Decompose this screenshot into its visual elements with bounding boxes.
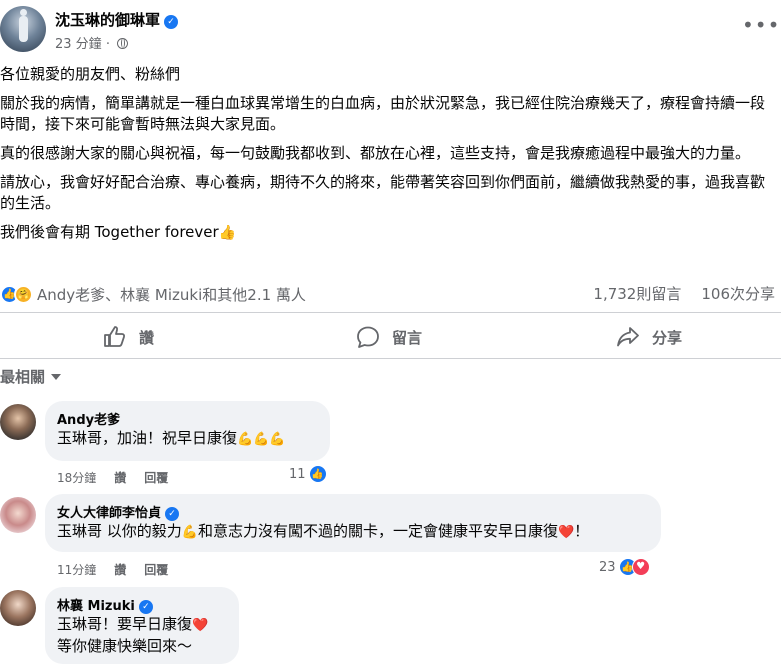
reaction-count: 23 — [599, 559, 616, 575]
comment-reaction-count[interactable]: 23 👍 ♥ — [599, 558, 650, 576]
post-paragraph: 真的很感謝大家的關心與祝福，每一句鼓勵我都收到、都放在心裡，這些支持，會是我療癒… — [0, 144, 751, 162]
like-icon — [103, 326, 127, 348]
comment-reaction-count[interactable]: 11 👍 — [289, 465, 327, 483]
comment-button[interactable]: 留言 — [356, 322, 422, 352]
engagement-counts: 1,732則留言 106次分享 — [593, 283, 775, 304]
comment-label: 留言 — [392, 328, 423, 347]
comment-reply-button[interactable]: 回覆 — [144, 563, 168, 577]
post-paragraph: 各位親愛的朋友們、粉絲們 — [0, 65, 181, 83]
meta-separator: · — [105, 37, 110, 52]
thumbs-up-emoji: 👍 — [218, 225, 237, 241]
care-reaction-icon: 🤗 — [14, 284, 33, 304]
reaction-summary[interactable]: 👍 🤗 Andy老爹、林襄 Mizuki和其他2.1 萬人 — [0, 283, 306, 305]
comment-text-content: 玉琳哥，加油！祝早日康復 — [57, 429, 238, 447]
commenter-name-text[interactable]: 女人大律師李怡貞 — [57, 506, 161, 521]
divider — [0, 358, 781, 359]
post-closing: 我們後會有期 Together forever👍 — [0, 222, 779, 244]
comment-bubble: Andy老爹 玉琳哥，加油！祝早日康復💪💪💪 — [45, 401, 330, 461]
comment-time[interactable]: 18分鐘 — [57, 471, 96, 485]
comment-text: 玉琳哥，加油！祝早日康復💪💪💪 — [57, 428, 318, 450]
post-paragraph: 關於我的病情，簡單講就是一種白血球異常增生的白血病，由於狀況緊急，我已經住院治療… — [0, 94, 766, 133]
post-time[interactable]: 23 分鐘 — [55, 37, 102, 52]
commenter-avatar[interactable] — [0, 590, 36, 626]
comment-text-part: 玉琳哥！要早日康復 — [57, 615, 193, 633]
post-closing-text: 我們後會有期 Together forever — [0, 223, 219, 241]
like-label: 讚 — [139, 328, 155, 347]
verified-badge-icon: ✓ — [165, 507, 180, 521]
comment-icon — [356, 326, 380, 348]
page-avatar[interactable] — [0, 6, 46, 52]
comment-reply-button[interactable]: 回覆 — [144, 471, 168, 485]
comment-sort-dropdown[interactable]: 最相關 — [0, 366, 62, 387]
comment-text-line: 玉琳哥！要早日康復❤️ — [57, 614, 227, 636]
commenter-name-text[interactable]: 林襄 Mizuki — [57, 599, 135, 614]
love-reaction-icon: ♥ — [631, 558, 650, 576]
share-icon — [616, 326, 640, 348]
page-name[interactable]: 沈玉琳的御琳軍 ✓ — [55, 9, 179, 30]
comment-text-line: 等你健康快樂回來～ — [57, 637, 193, 655]
verified-badge-icon: ✓ — [138, 600, 153, 614]
reactors-text[interactable]: Andy老爹、林襄 Mizuki和其他2.1 萬人 — [37, 284, 306, 305]
comment-text-part: ！ — [574, 522, 590, 540]
verified-badge-icon: ✓ — [164, 15, 179, 29]
like-button[interactable]: 讚 — [103, 322, 154, 352]
commenter-name[interactable]: 女人大律師李怡貞 ✓ — [57, 502, 649, 521]
share-button[interactable]: 分享 — [616, 322, 682, 352]
post-text: 各位親愛的朋友們、粉絲們 關於我的病情，簡單講就是一種白血球異常增生的白血病，由… — [0, 64, 779, 252]
comment-bubble: 女人大律師李怡貞 ✓ 玉琳哥 以你的毅力💪和意志力沒有闖不過的關卡，一定會健康平安… — [45, 494, 661, 552]
comment-like-button[interactable]: 讚 — [114, 471, 126, 485]
comment-actions: 18分鐘 讚 回覆 — [57, 469, 186, 486]
commenter-name[interactable]: 林襄 Mizuki ✓ — [57, 595, 227, 614]
commenter-avatar[interactable] — [0, 497, 36, 533]
commenter-avatar[interactable] — [0, 404, 36, 440]
divider — [0, 312, 781, 313]
share-label: 分享 — [652, 328, 683, 347]
reaction-count: 11 — [289, 466, 306, 482]
comment-like-button[interactable]: 讚 — [114, 563, 126, 577]
post-meta: 23 分鐘 · — [55, 33, 129, 52]
heart-emoji: ❤️ — [557, 525, 575, 540]
comment-bubble: 林襄 Mizuki ✓ 玉琳哥！要早日康復❤️ 等你健康快樂回來～ — [45, 587, 239, 664]
sort-label: 最相關 — [0, 368, 46, 386]
flexed-biceps-emoji: 💪💪💪 — [237, 432, 286, 447]
comment-count[interactable]: 1,732則留言 — [593, 285, 681, 303]
globe-icon — [117, 38, 129, 49]
page-name-text[interactable]: 沈玉琳的御琳軍 — [55, 11, 160, 29]
comment-text-part: 玉琳哥 以你的毅力 — [57, 522, 182, 540]
comment-actions: 11分鐘 讚 回覆 — [57, 561, 186, 578]
share-count[interactable]: 106次分享 — [701, 285, 775, 303]
post-paragraph: 請放心，我會好好配合治療、專心養病，期待不久的將來，能帶著笑容回到你們面前，繼續… — [0, 173, 766, 212]
comment-text: 玉琳哥 以你的毅力💪和意志力沒有闖不過的關卡，一定會健康平安早日康復❤️！ — [57, 521, 649, 543]
comment-time[interactable]: 11分鐘 — [57, 563, 96, 577]
more-options-button[interactable]: ••• — [742, 15, 780, 35]
caret-down-icon — [51, 374, 62, 380]
heart-emoji: ❤️ — [192, 618, 209, 633]
comment-text-part: 和意志力沒有闖不過的關卡，一定會健康平安早日康復 — [197, 522, 558, 540]
flexed-biceps-emoji: 💪 — [181, 525, 198, 540]
like-reaction-icon: 👍 — [308, 465, 327, 483]
commenter-name[interactable]: Andy老爹 — [57, 409, 318, 428]
